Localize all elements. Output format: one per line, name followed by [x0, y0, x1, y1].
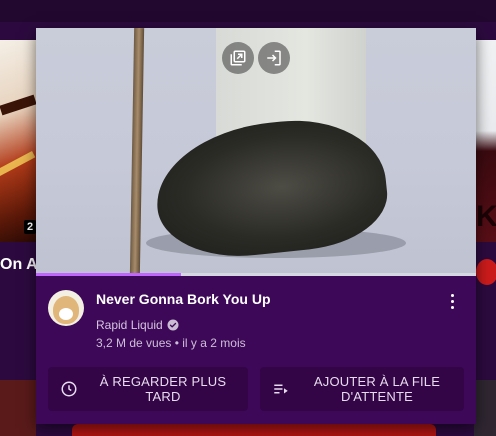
- right-channel-avatar[interactable]: [476, 259, 496, 285]
- upload-age: il y a 2 mois: [182, 336, 246, 350]
- preview-progress-bar[interactable]: [36, 273, 476, 276]
- watch-later-label: À REGARDER PLUS TARD: [99, 374, 227, 404]
- more-options-icon-dot: [450, 299, 454, 303]
- view-count: 3,2 M de vues: [96, 336, 172, 350]
- left-video-thumbnail[interactable]: [0, 40, 36, 242]
- more-options-icon-dot: [450, 305, 454, 309]
- thumbnail-text: TF: [476, 236, 496, 242]
- watch-later-button[interactable]: À REGARDER PLUS TARD: [48, 367, 248, 411]
- clock-icon: [61, 381, 77, 397]
- channel-name[interactable]: Rapid Liquid: [96, 318, 163, 332]
- more-options-button[interactable]: [444, 290, 460, 312]
- verified-icon: [167, 319, 179, 331]
- page-header-strip: [0, 0, 496, 22]
- lower-video-thumbnail[interactable]: [72, 424, 436, 436]
- miniplayer-button[interactable]: [222, 42, 254, 74]
- enter-icon: [267, 50, 281, 66]
- preview-progress-fill: [36, 273, 182, 276]
- lower-left-thumbnail[interactable]: [0, 380, 36, 436]
- thumbnail-text: K: [476, 200, 496, 233]
- video-meta: 3,2 M de vues • il y a 2 mois: [96, 336, 246, 350]
- right-video-thumbnail[interactable]: K TF: [474, 40, 496, 242]
- enter-button[interactable]: [258, 42, 290, 74]
- add-to-queue-label: AJOUTER À LA FILE D'ATTENTE: [313, 374, 441, 404]
- left-video-title[interactable]: On A: [0, 256, 40, 274]
- miniplayer-icon: [230, 50, 246, 66]
- lower-right-thumbnail[interactable]: [474, 380, 496, 436]
- video-title[interactable]: Never Gonna Bork You Up: [96, 290, 426, 308]
- thumbnail-detail: [0, 94, 36, 116]
- meta-separator: •: [174, 336, 179, 350]
- channel-avatar[interactable]: [48, 290, 84, 326]
- queue-icon: [274, 384, 288, 394]
- video-preview-card[interactable]: Never Gonna Bork You Up Rapid Liquid 3,2…: [36, 28, 476, 424]
- add-to-queue-button[interactable]: AJOUTER À LA FILE D'ATTENTE: [260, 367, 464, 411]
- channel-name-row[interactable]: Rapid Liquid: [96, 318, 179, 332]
- preview-frame-detail: [129, 28, 145, 276]
- avatar-dog-muzzle: [59, 308, 73, 320]
- left-video-duration: 2: [24, 220, 37, 234]
- more-options-icon-dot: [450, 293, 454, 297]
- thumbnail-detail: [0, 151, 36, 176]
- video-preview-player[interactable]: [36, 28, 476, 276]
